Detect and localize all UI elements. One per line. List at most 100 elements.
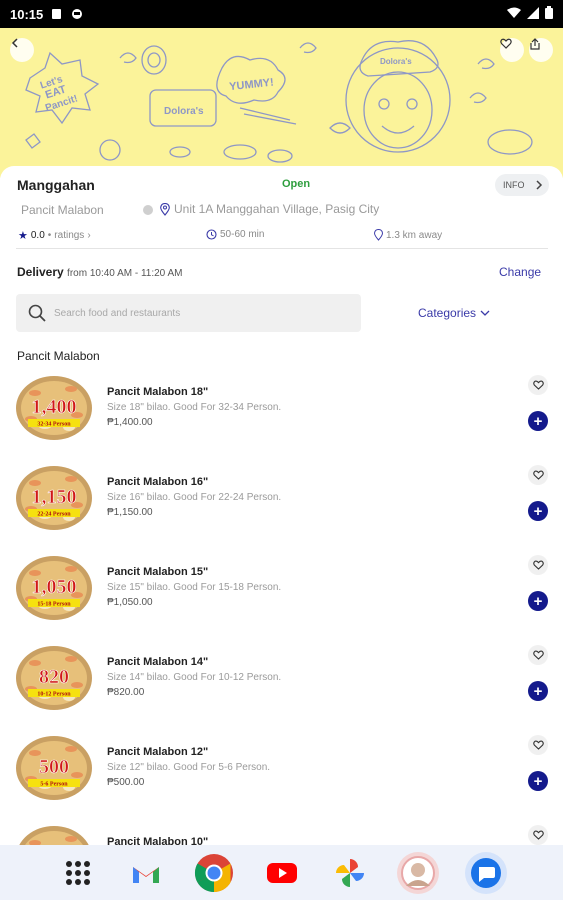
messages-icon[interactable] <box>464 851 507 894</box>
chevron-right-icon <box>535 180 542 190</box>
plus-icon: + <box>533 412 543 430</box>
status-bar: 10:15 <box>0 0 563 28</box>
favorite-item-button[interactable] <box>528 375 548 395</box>
add-to-cart-button[interactable]: + <box>528 411 548 431</box>
back-button[interactable] <box>10 38 34 62</box>
open-status: Open <box>282 178 311 190</box>
heart-icon <box>500 38 512 49</box>
ratings-label: ratings <box>54 230 85 241</box>
distance: 1.3 km away <box>374 229 442 241</box>
store-cuisine: Pancit Malabon <box>21 203 104 217</box>
menu-item[interactable]: 1,400 32-34 Person Pancit Malabon 18" Si… <box>0 375 563 465</box>
categories-dropdown[interactable]: Categories <box>418 306 490 320</box>
delivery-label: Delivery <box>17 265 64 279</box>
location-pin-icon <box>160 202 170 216</box>
item-name: Pancit Malabon 14" <box>107 656 209 668</box>
divider <box>16 248 548 249</box>
store-address: Unit 1A Manggahan Village, Pasig City <box>160 202 379 216</box>
svg-text:YUMMY!: YUMMY! <box>229 77 275 94</box>
clock-icon <box>206 229 217 240</box>
item-description: Size 16" bilao. Good For 22-24 Person. <box>107 492 282 503</box>
favorite-item-button[interactable] <box>528 735 548 755</box>
item-name: Pancit Malabon 18" <box>107 386 209 398</box>
delivery-time-text: 50-60 min <box>220 229 265 240</box>
separator-dot <box>143 205 153 215</box>
menu-item[interactable]: 1,050 15-18 Person Pancit Malabon 15" Si… <box>0 555 563 645</box>
item-name: Pancit Malabon 15" <box>107 566 209 578</box>
search-bar[interactable] <box>16 294 361 332</box>
favorite-item-button[interactable] <box>528 465 548 485</box>
chevron-down-icon <box>480 310 490 316</box>
chevron-right-icon: › <box>87 230 91 241</box>
delivery-time: 50-60 min <box>206 229 264 240</box>
badge-price: 500 <box>39 756 69 778</box>
banner-illustration: Let's EAT Pancit! YUMMY! Dolora's Dolora… <box>25 40 533 163</box>
delivery-window: from 10:40 AM - 11:20 AM <box>67 268 183 279</box>
badge-people: 10-12 Person <box>37 692 71 698</box>
food-image: 1,050 15-18 Person <box>16 556 92 620</box>
change-delivery-link[interactable]: Change <box>499 265 541 279</box>
item-description: Size 12" bilao. Good For 5-6 Person. <box>107 762 271 773</box>
item-price: ₱500.00 <box>107 777 145 788</box>
star-icon: ★ <box>18 230 28 242</box>
heart-icon <box>532 650 544 660</box>
search-input[interactable] <box>54 307 334 319</box>
svg-text:Dolora's: Dolora's <box>380 57 412 66</box>
youtube-icon[interactable] <box>261 852 303 894</box>
favorite-item-button[interactable] <box>528 555 548 575</box>
rating-row[interactable]: ★ 0.0 • ratings › <box>18 229 91 242</box>
info-button[interactable]: INFO <box>495 174 549 196</box>
favorite-item-button[interactable] <box>528 645 548 665</box>
delivery-info: Delivery from 10:40 AM - 11:20 AM <box>17 265 182 279</box>
battery-icon <box>545 6 553 22</box>
item-price: ₱1,400.00 <box>107 417 153 428</box>
item-price: ₱820.00 <box>107 687 145 698</box>
menu-item[interactable]: 820 10-12 Person Pancit Malabon 14" Size… <box>0 645 563 735</box>
share-button[interactable] <box>529 38 553 62</box>
add-to-cart-button[interactable]: + <box>528 771 548 791</box>
signal-icon <box>527 6 539 22</box>
menu-item[interactable]: 500 5-6 Person Pancit Malabon 12" Size 1… <box>0 735 563 825</box>
app-drawer-icon[interactable] <box>57 852 99 894</box>
badge-price: 1,050 <box>32 576 77 598</box>
item-name: Pancit Malabon 16" <box>107 476 209 488</box>
add-to-cart-button[interactable]: + <box>528 501 548 521</box>
favorite-item-button[interactable] <box>528 825 548 845</box>
badge-people: 22-24 Person <box>37 512 71 518</box>
info-label: INFO <box>503 180 525 190</box>
sim-icon <box>51 8 63 20</box>
plus-icon: + <box>533 772 543 790</box>
location-pin-icon <box>374 229 383 241</box>
heart-icon <box>532 470 544 480</box>
add-to-cart-button[interactable]: + <box>528 591 548 611</box>
notification-icon <box>71 8 83 20</box>
status-time: 10:15 <box>10 6 44 22</box>
section-title: Pancit Malabon <box>17 349 100 363</box>
add-to-cart-button[interactable]: + <box>528 681 548 701</box>
chrome-icon[interactable] <box>193 852 235 894</box>
item-description: Size 18" bilao. Good For 32-34 Person. <box>107 402 282 413</box>
badge-people: 15-18 Person <box>37 602 71 608</box>
menu-item[interactable]: 1,150 22-24 Person Pancit Malabon 16" Si… <box>0 465 563 555</box>
badge-people: 5-6 Person <box>40 782 68 788</box>
gmail-icon[interactable] <box>125 852 167 894</box>
store-banner: Let's EAT Pancit! YUMMY! Dolora's Dolora… <box>0 28 563 178</box>
photos-icon[interactable] <box>329 852 371 894</box>
item-name: Pancit Malabon 12" <box>107 746 209 758</box>
plus-icon: + <box>533 682 543 700</box>
ratings-dot: • <box>47 230 52 241</box>
address-text: Unit 1A Manggahan Village, Pasig City <box>174 202 380 216</box>
profile-avatar[interactable] <box>396 851 439 894</box>
food-image: 1,150 22-24 Person <box>16 466 92 530</box>
categories-label: Categories <box>418 306 477 320</box>
share-icon <box>530 38 540 50</box>
badge-price: 1,400 <box>32 396 77 418</box>
heart-icon <box>532 380 544 390</box>
back-arrow-icon <box>11 38 18 48</box>
rating-value: 0.0 <box>30 230 45 241</box>
food-image: 820 10-12 Person <box>16 646 92 710</box>
favorite-store-button[interactable] <box>500 38 524 62</box>
item-description: Size 14" bilao. Good For 10-12 Person. <box>107 672 282 683</box>
distance-text: 1.3 km away <box>386 229 443 241</box>
store-info-card: Manggahan Open INFO Pancit Malabon Unit … <box>0 166 563 900</box>
